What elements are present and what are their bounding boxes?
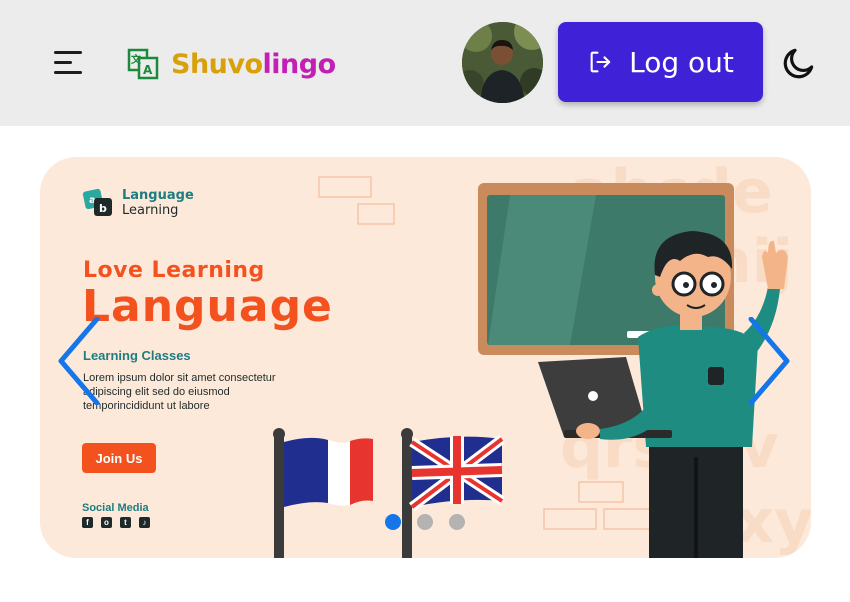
logo-line1: Language [122,188,194,203]
social-media-title: Social Media [82,502,149,514]
slide-body-text: Lorem ipsum dolor sit amet consectetur a… [83,372,276,412]
carousel-dot-2[interactable] [417,514,433,530]
logout-button[interactable]: Log out [558,22,763,102]
language-learning-logo: a b Language Learning [82,188,194,218]
svg-text:b: b [99,202,107,215]
moon-icon[interactable] [780,44,818,82]
chevron-right-icon[interactable] [747,317,793,405]
chevron-left-icon[interactable] [55,317,101,405]
brand-logo[interactable]: 文 A Shuvolingo [127,46,336,82]
hamburger-menu-icon[interactable] [52,48,88,78]
svg-text:文: 文 [131,53,142,66]
facebook-icon[interactable]: f [82,517,93,528]
twitter-icon[interactable]: t [120,517,131,528]
join-us-button[interactable]: Join Us [82,443,156,473]
language-learning-logo-icon: a b [82,188,112,216]
headline-large: Language [82,281,333,332]
hero-carousel: abcde fghij qrstuv wxyz [40,157,811,558]
headline-small: Love Learning [83,258,265,283]
carousel-dot-1[interactable] [385,514,401,530]
logout-label: Log out [629,45,734,79]
carousel-dot-3[interactable] [449,514,465,530]
carousel-pagination [385,514,465,530]
translate-icon: 文 A [127,48,159,80]
user-avatar[interactable] [462,22,543,103]
logout-icon [590,51,611,73]
logo-line2: Learning [122,203,179,218]
top-navbar: 文 A Shuvolingo Log out [0,0,850,126]
instagram-icon[interactable]: o [101,517,112,528]
svg-text:A: A [143,63,153,77]
brand-name: Shuvolingo [171,48,336,80]
social-icons: f o t ♪ [82,517,150,528]
tiktok-icon[interactable]: ♪ [139,517,150,528]
